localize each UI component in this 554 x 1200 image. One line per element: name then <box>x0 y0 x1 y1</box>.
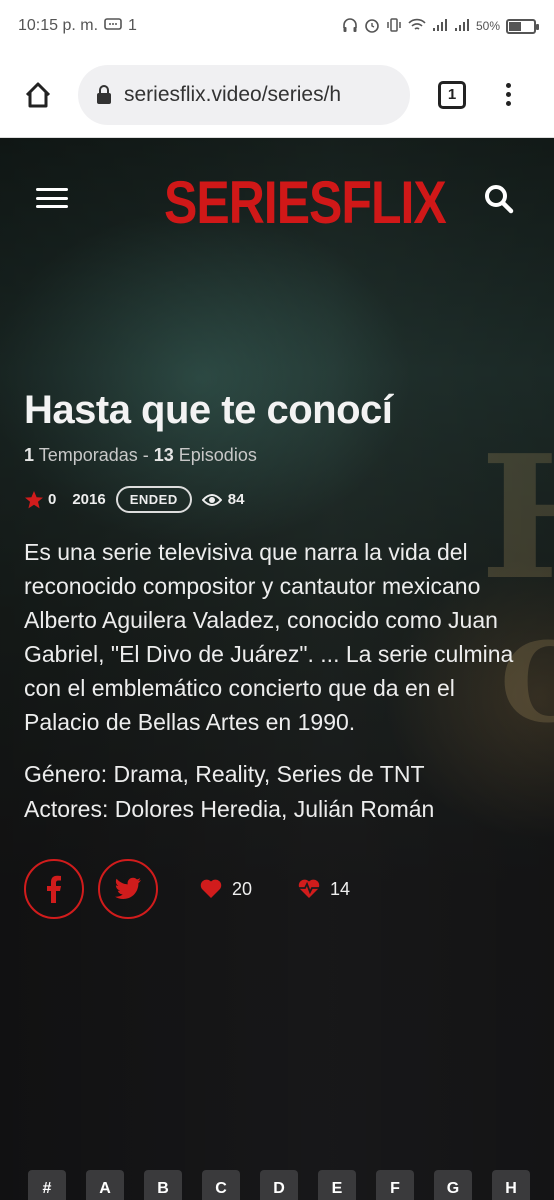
likes-count: 20 <box>232 878 253 899</box>
alphabet-item[interactable]: H <box>492 1170 530 1200</box>
address-bar[interactable]: seriesflix.video/series/h <box>78 64 410 125</box>
battery-percent: 50% <box>475 19 500 33</box>
alphabet-item[interactable]: G <box>434 1170 472 1200</box>
series-genre: Género: Drama, Reality, Series de TNT <box>24 761 425 787</box>
alarm-icon <box>364 17 380 36</box>
status-bar: 10:15 p. m. 1 50% <box>0 0 554 52</box>
views-count: 84 <box>227 491 245 508</box>
like-button[interactable]: 20 <box>200 879 252 900</box>
loves-count: 14 <box>330 878 351 899</box>
signal-icon-2 <box>454 18 470 35</box>
home-icon <box>25 82 51 107</box>
twitter-icon <box>114 877 141 899</box>
series-stats: 0 2016 ENDED 84 <box>24 486 534 513</box>
rating: 0 <box>24 490 56 510</box>
episodes-label: Episodios <box>173 445 257 465</box>
rating-value: 0 <box>48 491 57 508</box>
alphabet-item[interactable]: C <box>202 1170 240 1200</box>
alphabet-filter: # A B C D E F G H <box>28 1170 530 1200</box>
series-actors: Actores: Dolores Heredia, Julián Román <box>24 796 435 822</box>
site-header: SERIESFLIX <box>0 138 554 258</box>
heart-icon <box>200 879 222 898</box>
battery-fill <box>509 21 521 31</box>
alphabet-item[interactable]: B <box>144 1170 182 1200</box>
alphabet-item[interactable]: A <box>86 1170 124 1200</box>
home-button[interactable] <box>18 75 58 115</box>
series-info: Hasta que te conocí 1 Temporadas - 13 Ep… <box>24 388 534 919</box>
alphabet-item[interactable]: F <box>376 1170 414 1200</box>
lock-icon <box>96 84 112 105</box>
wifi-icon <box>408 18 426 35</box>
series-title: Hasta que te conocí <box>24 388 393 432</box>
episodes-count: 13 <box>153 445 174 465</box>
browser-toolbar: seriesflix.video/series/h 1 <box>0 52 554 138</box>
browser-menu-button[interactable] <box>506 83 511 106</box>
heartbeat-icon <box>298 879 320 898</box>
seasons-count: 1 <box>24 445 35 465</box>
signal-icon <box>432 18 448 35</box>
facebook-icon <box>47 875 61 903</box>
message-icon <box>104 17 122 35</box>
headphones-icon <box>342 17 358 36</box>
battery-icon <box>506 18 539 34</box>
star-icon <box>25 490 43 508</box>
notification-count: 1 <box>128 17 137 34</box>
status-left: 10:15 p. m. 1 <box>18 17 137 35</box>
series-year: 2016 <box>72 491 106 508</box>
alphabet-item[interactable]: E <box>318 1170 356 1200</box>
social-actions: 20 14 <box>24 859 534 919</box>
status-badge: ENDED <box>115 486 192 513</box>
search-icon[interactable] <box>484 184 514 214</box>
site-logo[interactable]: SERIESFLIX <box>164 168 447 238</box>
alphabet-item[interactable]: D <box>260 1170 298 1200</box>
twitter-share-button[interactable] <box>98 859 158 919</box>
series-hero: H C SERIESFLIX Hasta que te conocí 1 Tem… <box>0 138 554 1200</box>
heartbeat-button[interactable]: 14 <box>298 879 350 900</box>
url-text: seriesflix.video/series/h <box>124 82 342 106</box>
facebook-share-button[interactable] <box>24 859 84 919</box>
status-right: 50% <box>342 17 539 36</box>
series-description: Es una serie televisiva que narra la vid… <box>24 539 514 735</box>
status-time: 10:15 p. m. <box>18 17 99 34</box>
seasons-label: Temporadas - <box>34 445 154 465</box>
vibrate-icon <box>386 17 402 36</box>
eye-icon <box>201 493 222 506</box>
views: 84 <box>201 491 245 508</box>
tab-switcher-button[interactable]: 1 <box>438 80 466 109</box>
series-meta: 1 Temporadas - 13 Episodios <box>24 445 534 466</box>
menu-icon[interactable] <box>36 188 68 208</box>
alphabet-item[interactable]: # <box>28 1170 66 1200</box>
